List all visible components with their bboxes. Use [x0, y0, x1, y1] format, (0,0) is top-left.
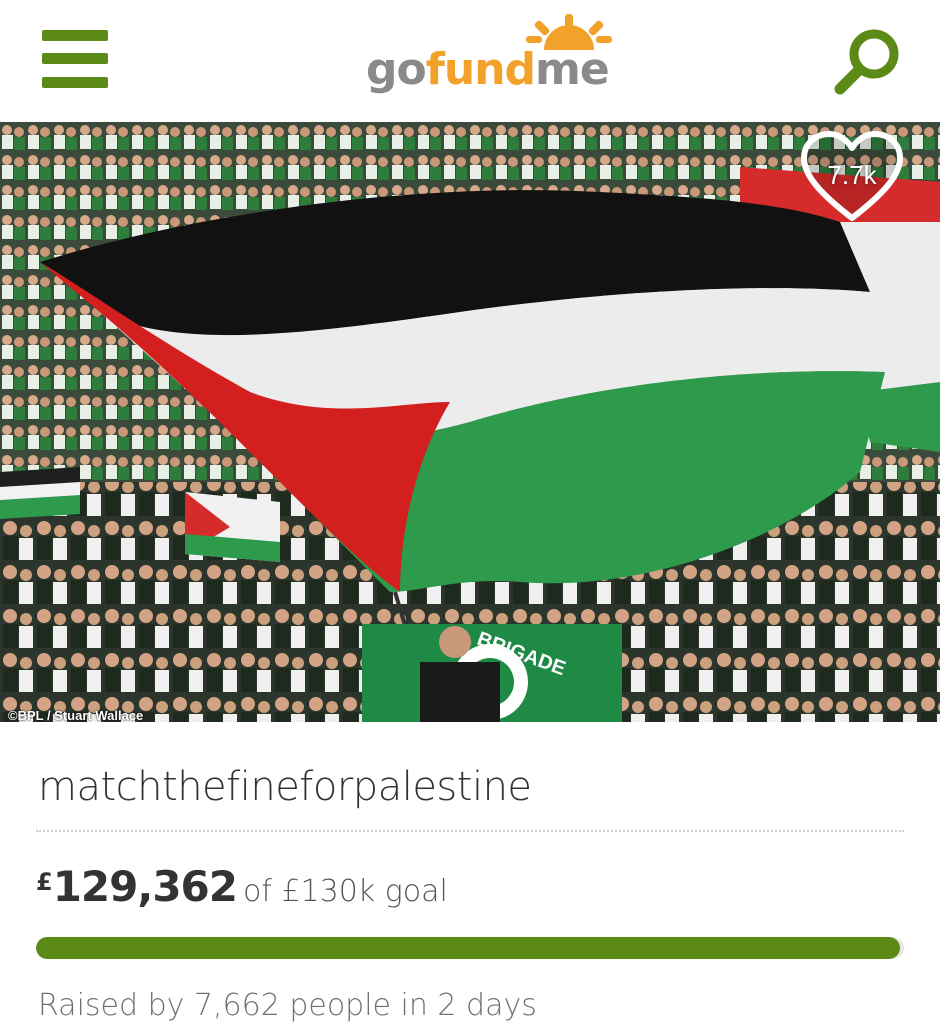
- logo-wordmark: gofundme: [366, 44, 610, 95]
- progress-bar: [36, 937, 904, 959]
- progress-bar-fill: [36, 937, 900, 959]
- amount-raised-row: £129,362 of £130k goal: [36, 862, 448, 911]
- like-button[interactable]: 7.7k: [798, 130, 906, 226]
- divider: [36, 830, 904, 832]
- campaign-title: matchthefineforpalestine: [38, 764, 532, 810]
- raised-summary: Raised by 7,662 people in 2 days: [38, 988, 537, 1023]
- photo-credit: ©BPL / Stuart Wallace: [8, 708, 144, 722]
- like-count: 7.7k: [827, 160, 877, 190]
- search-icon[interactable]: [832, 26, 904, 96]
- campaign-photo[interactable]: BRIGADE 7.7k ©BPL / Stuart Wallace: [0, 122, 940, 722]
- hamburger-menu-icon[interactable]: [42, 30, 108, 90]
- gofundme-logo[interactable]: gofundme: [360, 14, 620, 104]
- currency-symbol: £: [36, 868, 53, 896]
- goal-text: of £130k goal: [243, 874, 448, 909]
- amount-raised: 129,362: [52, 862, 238, 911]
- top-nav-bar: gofundme: [0, 0, 940, 122]
